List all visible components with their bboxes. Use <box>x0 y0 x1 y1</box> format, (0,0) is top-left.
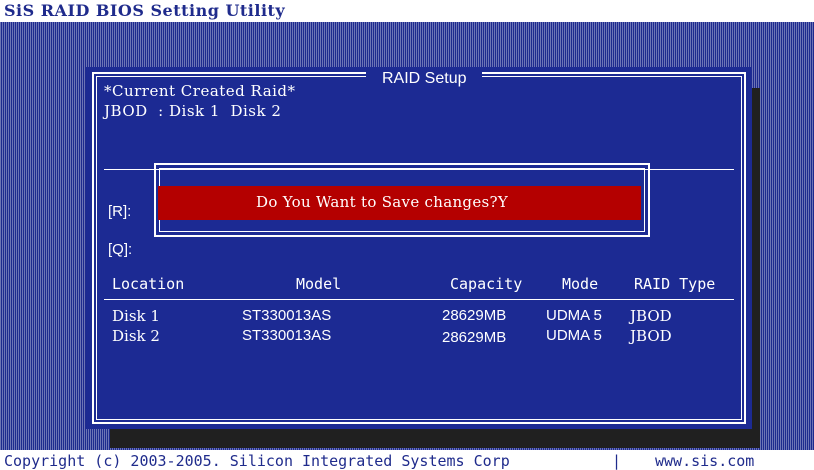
row-location: Disk 1 <box>112 307 160 325</box>
row-capacity: 28629MB <box>442 307 507 324</box>
row-model: ST330013AS <box>242 307 332 324</box>
save-changes-message: Do You Want to Save changes?Y <box>256 193 509 211</box>
current-created-raid-label: *Current Created Raid* <box>104 82 296 100</box>
divider-header <box>104 299 734 300</box>
row-model: ST330013AS <box>242 327 332 344</box>
row-raid-type: JBOD <box>630 327 672 345</box>
app-title: SiS RAID BIOS Setting Utility <box>4 1 286 20</box>
panel-title: RAID Setup <box>366 70 483 88</box>
row-mode: UDMA 5 <box>546 307 602 324</box>
row-mode: UDMA 5 <box>546 327 602 344</box>
row-capacity: 28629MB <box>442 329 507 346</box>
key-q-label: [Q]: <box>108 241 133 258</box>
footer: Copyright (c) 2003-2005. Silicon Integra… <box>0 450 814 470</box>
footer-separator: | <box>612 452 622 470</box>
row-location: Disk 2 <box>112 327 160 345</box>
footer-url: www.sis.com <box>655 452 755 470</box>
title-bar: SiS RAID BIOS Setting Utility <box>0 0 814 24</box>
row-raid-type: JBOD <box>630 307 672 325</box>
column-header-mode: Mode <box>562 275 599 293</box>
column-header-raid-type: RAID Type <box>634 275 716 293</box>
bios-background: RAID Setup *Current Created Raid* JBOD :… <box>0 22 814 450</box>
copyright-text: Copyright (c) 2003-2005. Silicon Integra… <box>4 452 510 470</box>
panel-border-inner <box>96 76 742 420</box>
key-r-label: [R]: <box>108 203 132 220</box>
column-header-location: Location <box>112 275 185 293</box>
save-changes-prompt[interactable]: Do You Want to Save changes?Y <box>158 186 641 220</box>
column-header-model: Model <box>296 275 342 293</box>
column-header-capacity: Capacity <box>450 275 523 293</box>
current-created-raid-value: JBOD : Disk 1 Disk 2 <box>104 102 282 120</box>
raid-setup-panel: RAID Setup *Current Created Raid* JBOD :… <box>86 67 752 429</box>
